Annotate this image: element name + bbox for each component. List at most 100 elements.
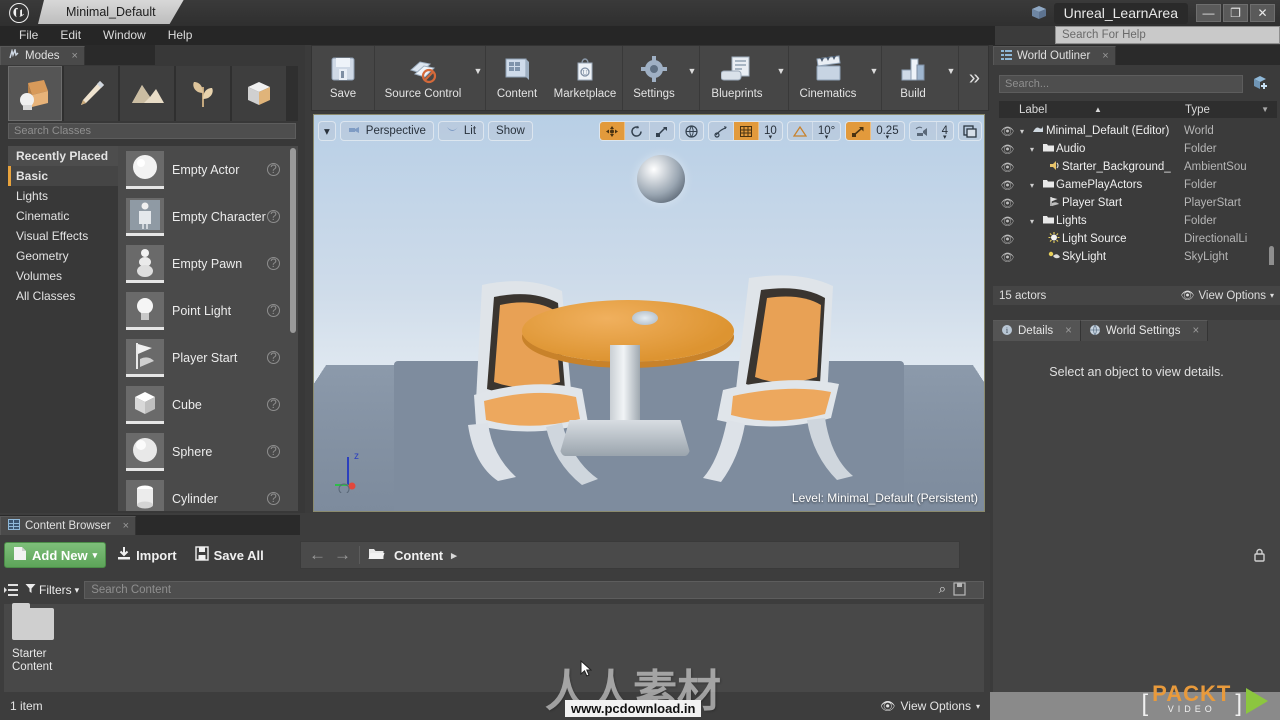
project-tab[interactable]: Minimal_Default [38,0,184,24]
build-dropdown-caret[interactable]: ▼ [944,46,958,110]
list-item[interactable]: Player Start ? [118,334,298,381]
table-row[interactable]: 👁 Player Start PlayerStart [999,194,1277,212]
expander-icon[interactable]: ▾ [1020,127,1030,136]
list-item[interactable]: Sphere ? [118,428,298,475]
blueprints-button[interactable]: Blueprints [700,46,774,110]
breadcrumb-content[interactable]: Content [394,548,443,563]
table-row[interactable]: 👁 ▾ Minimal_Default (Editor) World [999,122,1277,140]
category-basic[interactable]: Basic [8,166,118,186]
maximize-viewport-button[interactable] [958,121,982,141]
breadcrumb-caret[interactable]: ▸ [451,549,457,562]
level-viewport[interactable]: ▾ Perspective Lit Show 10 ▾ 10° ▾ 0.25 ▾… [313,114,985,512]
visibility-eye-icon[interactable]: 👁 [999,143,1016,156]
sources-toggle-icon[interactable] [4,583,20,597]
help-icon[interactable]: ? [267,445,280,458]
translate-tool-button[interactable] [600,122,626,140]
coordinate-system-button[interactable] [679,121,705,141]
grid-snap-toggle[interactable] [734,122,760,140]
blueprints-dropdown-caret[interactable]: ▼ [774,46,788,110]
save-search-icon[interactable] [953,582,966,599]
visibility-eye-icon[interactable]: 👁 [999,215,1016,228]
category-recently-placed[interactable]: Recently Placed [8,146,118,166]
mode-button-place[interactable] [8,66,62,121]
mode-button-landscape[interactable] [120,66,174,121]
table-row[interactable]: 👁 ▾ GamePlayActors Folder [999,176,1277,194]
category-volumes[interactable]: Volumes [8,266,118,286]
cinematics-button[interactable]: Cinematics [789,46,867,110]
list-item[interactable]: Empty Character ? [118,193,298,240]
settings-dropdown-caret[interactable]: ▼ [685,46,699,110]
outliner-search-input[interactable]: Search... [999,75,1243,93]
help-icon[interactable]: ? [267,210,280,223]
scale-tool-button[interactable] [650,122,674,140]
visibility-eye-icon[interactable]: 👁 [999,251,1016,264]
category-lights[interactable]: Lights [8,186,118,206]
minimize-button[interactable]: — [1196,4,1221,22]
mode-button-foliage[interactable] [176,66,230,121]
table-row[interactable]: 👁 Light Source DirectionalLi [999,230,1277,248]
tab-details[interactable]: i Details × [993,320,1081,341]
close-button[interactable]: ✕ [1250,4,1275,22]
save-all-button[interactable]: Save All [188,542,271,568]
visibility-eye-icon[interactable]: 👁 [999,161,1016,174]
category-all-classes[interactable]: All Classes [8,286,118,306]
settings-button[interactable]: Settings [623,46,685,110]
outliner-add-button[interactable] [1252,75,1270,93]
table-row[interactable]: 👁 Starter_Background_ AmbientSou [999,158,1277,176]
rotate-tool-button[interactable] [625,122,651,140]
viewport-options-button[interactable]: ▾ [318,121,336,141]
add-new-button[interactable]: Add New ▾ [4,542,107,568]
table-row[interactable]: 👁 SkyLight SkyLight [999,248,1277,265]
import-button[interactable]: Import [110,542,183,568]
menu-item-help[interactable]: Help [157,26,204,45]
build-button[interactable]: Build [882,46,944,110]
close-icon[interactable]: × [123,520,129,532]
camera-mode-button[interactable]: Perspective [339,121,434,141]
surface-snap-button[interactable] [709,122,735,140]
outliner-row-list[interactable]: 👁 ▾ Minimal_Default (Editor) World 👁 ▾ A… [999,122,1277,265]
close-icon[interactable]: × [1192,325,1199,337]
content-search-input[interactable]: Search Content [84,581,984,599]
list-item[interactable]: Empty Pawn ? [118,240,298,287]
content-view-options-button[interactable]: 👁 View Options ▾ [880,699,980,713]
asset-item-starter-content[interactable]: Starter Content [12,603,72,674]
visibility-eye-icon[interactable]: 👁 [999,179,1016,192]
chevron-down-icon[interactable]: ▼ [1261,105,1269,114]
tab-world-outliner[interactable]: World Outliner × [993,46,1116,65]
lock-icon[interactable] [1253,548,1266,566]
menu-item-edit[interactable]: Edit [49,26,92,45]
scale-snap-value[interactable]: 0.25 ▾ [871,122,903,140]
category-cinematic[interactable]: Cinematic [8,206,118,226]
close-icon[interactable]: × [1065,325,1072,337]
category-geometry[interactable]: Geometry [8,246,118,266]
menu-item-file[interactable]: File [8,26,49,45]
grid-snap-value[interactable]: 10 ▾ [759,122,782,140]
back-button[interactable]: ← [309,545,326,565]
help-icon[interactable]: ? [267,351,280,364]
maximize-restore-button[interactable]: ❐ [1223,4,1248,22]
expander-icon[interactable]: ▾ [1030,181,1040,190]
help-icon[interactable]: ? [267,304,280,317]
list-item[interactable]: Point Light ? [118,287,298,334]
source-control-dropdown-caret[interactable]: ▼ [471,46,485,110]
tab-content-browser[interactable]: Content Browser × [0,516,137,535]
list-item[interactable]: Cube ? [118,381,298,428]
mode-button-paint[interactable] [64,66,118,121]
expander-icon[interactable]: ▾ [1030,145,1040,154]
help-search-input[interactable]: Search For Help [1055,26,1280,44]
scale-snap-toggle[interactable] [846,122,872,140]
visibility-eye-icon[interactable]: 👁 [999,125,1016,138]
close-icon[interactable]: × [72,50,78,62]
menu-item-window[interactable]: Window [92,26,157,45]
close-icon[interactable]: × [1102,50,1108,62]
visibility-eye-icon[interactable]: 👁 [999,197,1016,210]
column-header-type[interactable]: Type [1185,104,1210,116]
toolbar-overflow-button[interactable]: » [959,46,988,110]
expander-icon[interactable]: ▾ [1030,217,1040,226]
search-classes-input[interactable]: Search Classes [8,123,296,139]
category-visual-effects[interactable]: Visual Effects [8,226,118,246]
help-icon[interactable]: ? [267,257,280,270]
filters-button[interactable]: Filters ▾ [25,583,79,597]
mode-button-geometry-editing[interactable] [232,66,286,121]
save-button[interactable]: Save [312,46,374,110]
